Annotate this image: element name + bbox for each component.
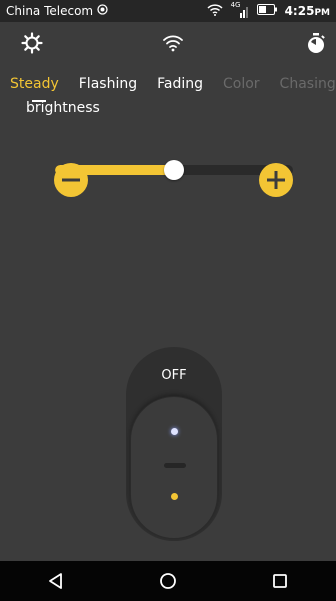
home-button[interactable] [148, 561, 188, 601]
recents-square-icon [273, 574, 287, 588]
tab-color[interactable]: Color [213, 76, 270, 102]
clock-suffix: PM [314, 8, 330, 18]
system-nav-bar [0, 561, 336, 601]
decrease-brightness-button[interactable] [54, 163, 88, 197]
indicator-light-top [171, 428, 178, 435]
increase-brightness-button[interactable] [259, 163, 293, 197]
recents-button[interactable] [260, 561, 300, 601]
power-switch-knob[interactable] [130, 396, 218, 539]
tab-fading[interactable]: Fading [147, 76, 213, 102]
brightness-slider-thumb[interactable] [164, 160, 184, 180]
home-circle-icon [160, 573, 176, 589]
carrier-group: China Telecom [6, 4, 207, 18]
back-triangle-icon [49, 573, 62, 589]
brightness-label: brightness [26, 100, 100, 116]
switch-slot [164, 463, 186, 468]
tab-flashing[interactable]: Flashing [69, 76, 147, 102]
power-off-label: OFF [161, 368, 187, 383]
location-icon [97, 4, 108, 18]
tab-chasing[interactable]: Chasing [270, 76, 336, 102]
plus-icon [267, 171, 285, 189]
settings-icon[interactable] [21, 32, 43, 58]
wifi-icon[interactable] [162, 34, 184, 56]
clock: 4:25PM [285, 4, 330, 18]
carrier-name: China Telecom [6, 4, 94, 18]
battery-icon [256, 4, 277, 18]
power-switch[interactable]: OFF [126, 347, 222, 541]
tab-steady[interactable]: Steady [0, 76, 69, 102]
toolbar [0, 32, 336, 62]
wifi-signal-icon [207, 3, 223, 19]
minus-icon [62, 178, 80, 182]
back-button[interactable] [36, 561, 76, 601]
indicator-light-bottom [171, 493, 178, 500]
mode-tabs: Steady Flashing Fading Color Chasing [0, 76, 336, 102]
cell-signal-icon: 4G [231, 1, 249, 18]
clock-time: 4:25 [284, 4, 315, 18]
status-bar: China Telecom 4G 4:25PM [0, 0, 336, 22]
timer-icon[interactable] [306, 32, 326, 58]
status-icons: 4G 4:25PM [207, 1, 330, 19]
